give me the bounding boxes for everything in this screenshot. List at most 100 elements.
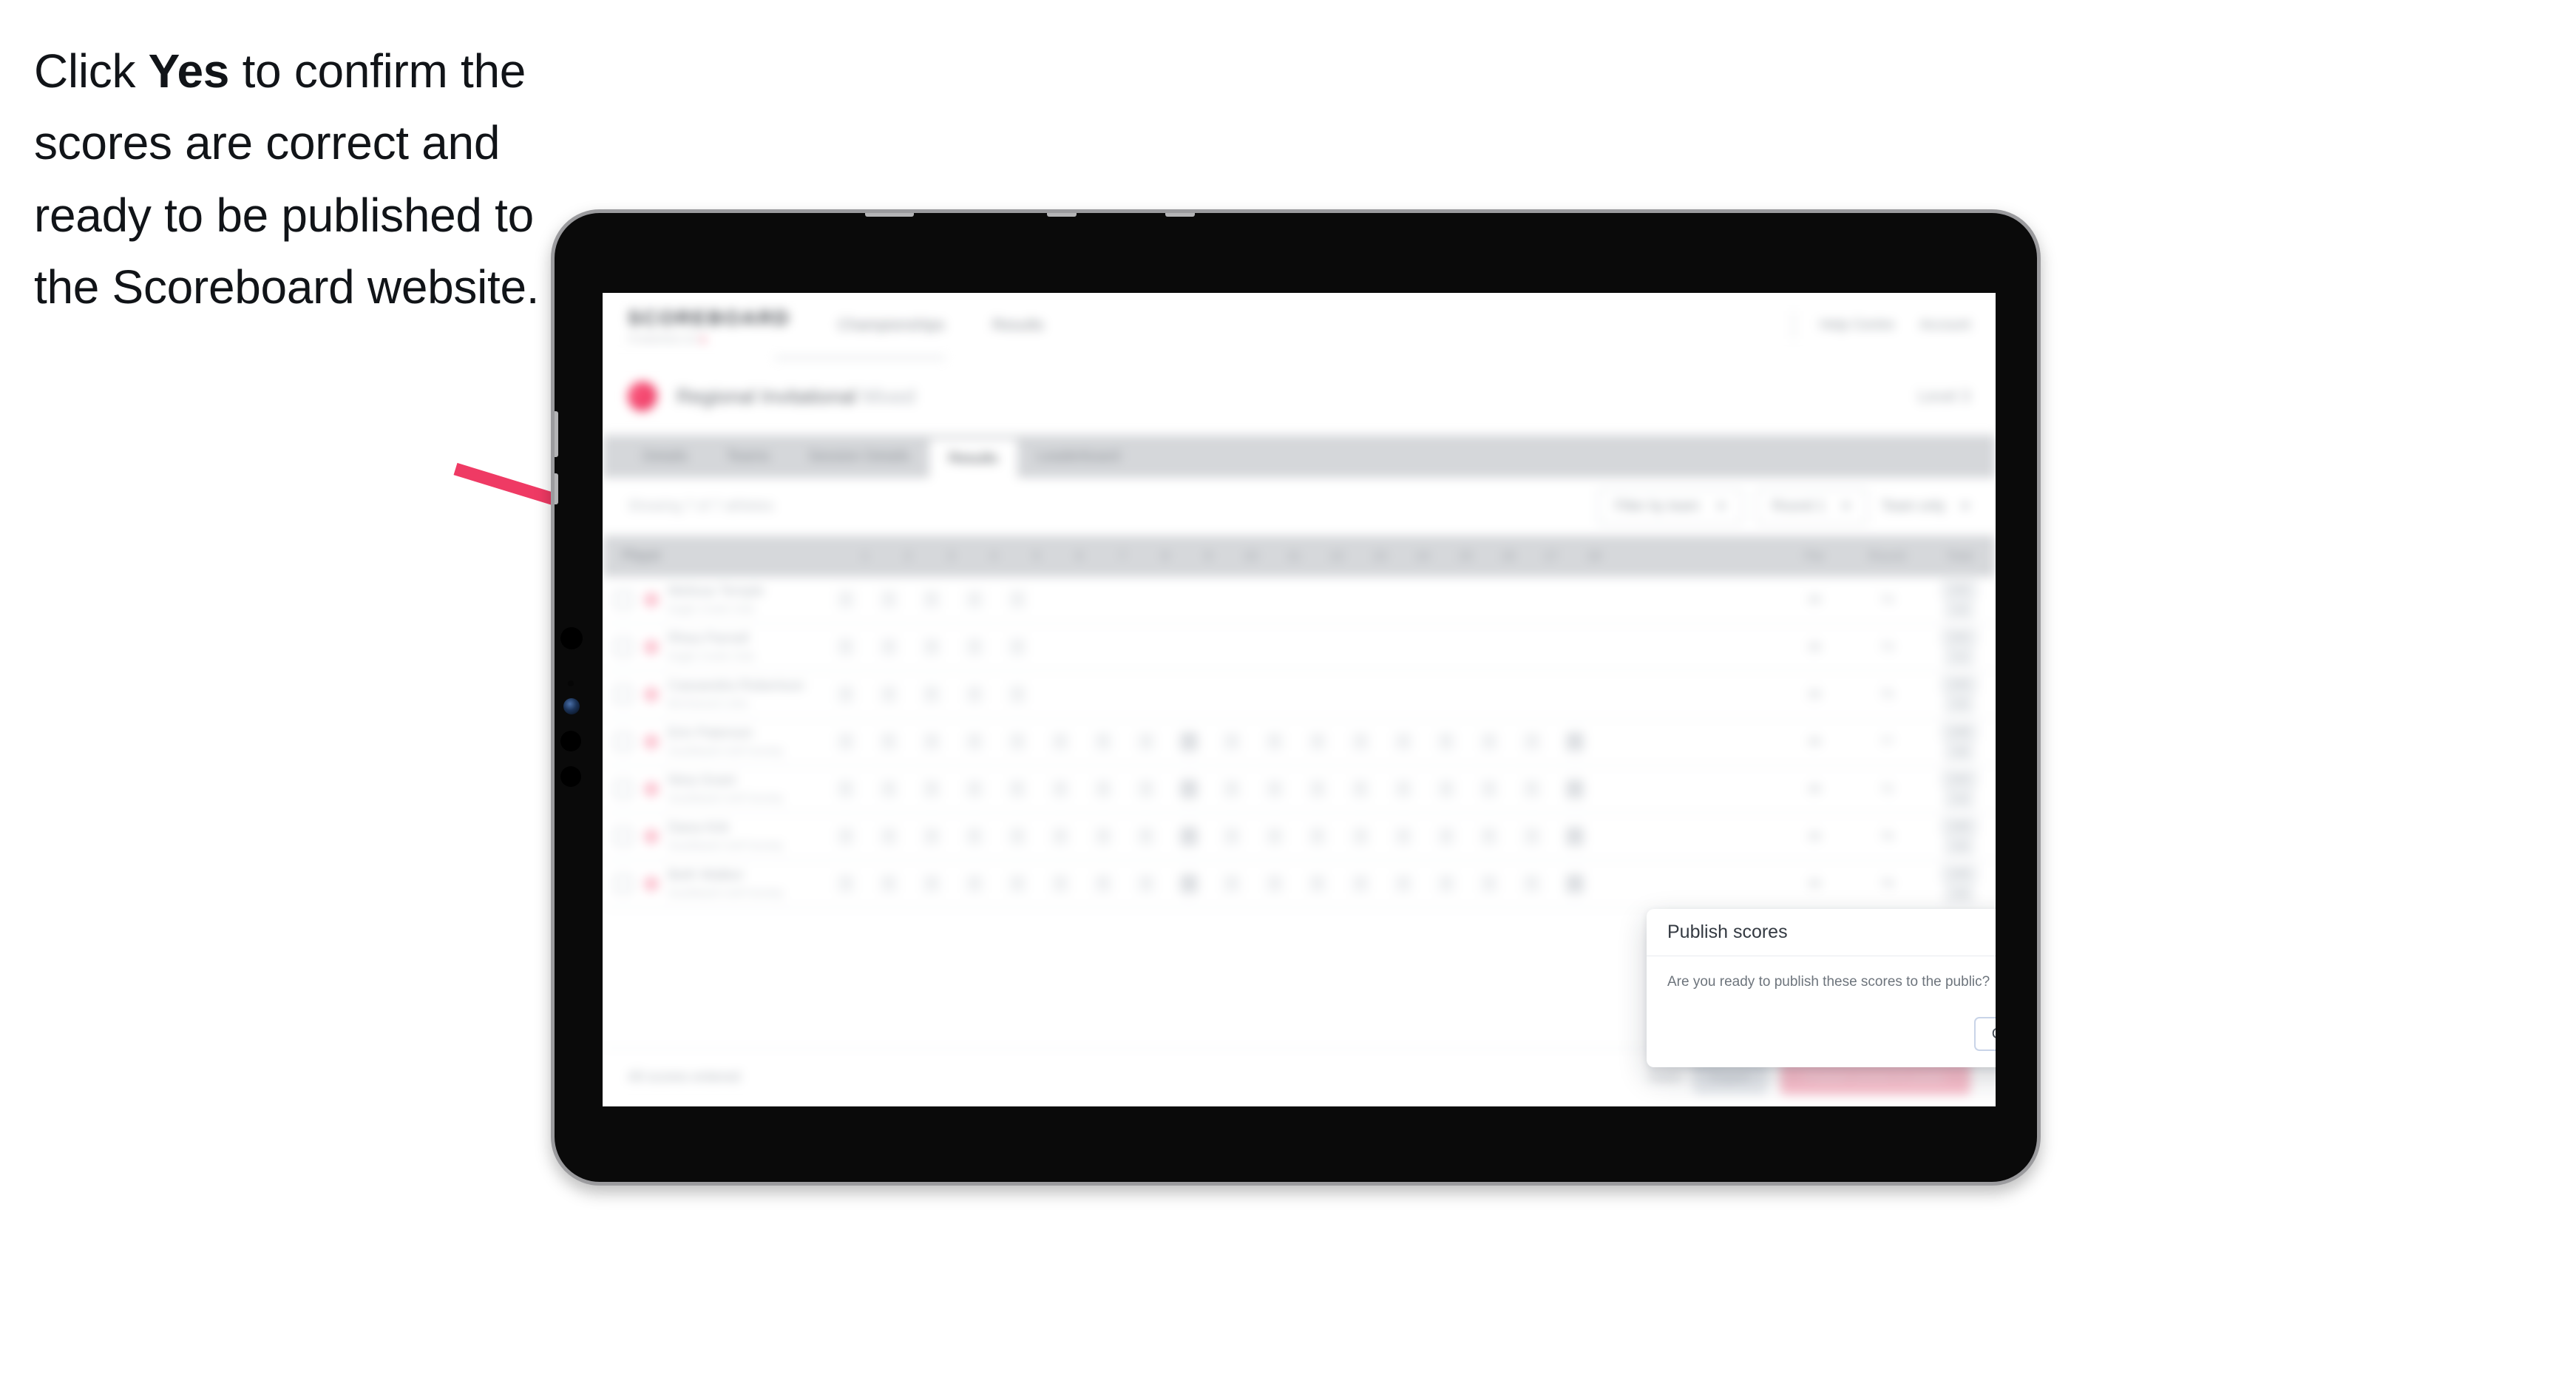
score-cell-hole-3[interactable]: 4 bbox=[910, 873, 953, 894]
checkbox-icon[interactable] bbox=[614, 874, 633, 893]
table-row[interactable]: Cassandra Robertson Birchwood Links 4 4 5 4 3 3… bbox=[603, 672, 1996, 719]
score-cell-hole-9[interactable]: 4 bbox=[1167, 873, 1210, 894]
score-cell-hole-6[interactable]: 4 bbox=[1039, 779, 1082, 800]
score-cell-hole-7[interactable]: 5 bbox=[1082, 873, 1125, 894]
score-cell-hole-11[interactable]: 5 bbox=[1253, 731, 1296, 752]
score-cell-hole-14[interactable]: 4 bbox=[1382, 779, 1425, 800]
score-cell-hole-18[interactable]: 4 bbox=[1553, 873, 1596, 894]
score-cell-hole-18[interactable]: 4 bbox=[1553, 731, 1596, 752]
score-cell-hole-13[interactable]: 5 bbox=[1339, 779, 1382, 800]
score-cell-hole-15[interactable]: 4 bbox=[1425, 826, 1468, 847]
score-cell-hole-17[interactable]: 5 bbox=[1511, 779, 1553, 800]
score-cell-hole-10[interactable]: 4 bbox=[1210, 731, 1253, 752]
save-link[interactable]: Save bbox=[1648, 1069, 1680, 1086]
row-checkbox-cell[interactable] bbox=[603, 780, 644, 799]
score-cell-hole-1[interactable]: 4 bbox=[824, 731, 867, 752]
score-cell-hole-5[interactable]: 3 bbox=[996, 826, 1039, 847]
score-cell-hole-1[interactable]: 4 bbox=[824, 684, 867, 705]
checkbox-icon[interactable] bbox=[614, 590, 633, 609]
tab-results[interactable]: Results bbox=[929, 439, 1017, 478]
score-cell-hole-10[interactable]: 4 bbox=[1210, 873, 1253, 894]
score-cell-hole-8[interactable]: 4 bbox=[1125, 731, 1167, 752]
score-cell-hole-17[interactable]: 5 bbox=[1511, 873, 1553, 894]
score-cell-hole-17[interactable]: 3 bbox=[1511, 731, 1553, 752]
score-cell-hole-11[interactable]: 4 bbox=[1253, 826, 1296, 847]
nav-item-account[interactable]: Account bbox=[1919, 317, 1970, 334]
score-cell-hole-7[interactable]: 5 bbox=[1082, 731, 1125, 752]
row-checkbox-cell[interactable] bbox=[603, 874, 644, 893]
score-cell-hole-2[interactable]: 5 bbox=[867, 873, 910, 894]
score-cell-hole-9[interactable]: 5 bbox=[1167, 779, 1210, 800]
cancel-button[interactable]: Cancel bbox=[1973, 1017, 1996, 1051]
score-cell-hole-12[interactable]: 4 bbox=[1296, 731, 1339, 752]
nav-item-results[interactable]: Results bbox=[992, 317, 1044, 334]
score-cell-hole-9[interactable]: 3 bbox=[1167, 826, 1210, 847]
score-cell-hole-11[interactable]: 3 bbox=[1253, 873, 1296, 894]
score-cell-hole-6[interactable]: 3 bbox=[1039, 873, 1082, 894]
score-cell-hole-4[interactable]: 3 bbox=[953, 637, 996, 657]
score-cell-hole-3[interactable]: 3 bbox=[910, 779, 953, 800]
score-cell-hole-5[interactable]: 3 bbox=[996, 589, 1039, 610]
brand-logo[interactable]: SCOREBOARD POWERED BY● bbox=[628, 307, 790, 345]
score-cell-hole-4[interactable]: 4 bbox=[953, 731, 996, 752]
score-cell-hole-10[interactable]: 4 bbox=[1210, 779, 1253, 800]
score-cell-hole-2[interactable]: 3 bbox=[867, 589, 910, 610]
score-cell-hole-2[interactable]: 4 bbox=[867, 826, 910, 847]
checkbox-icon[interactable] bbox=[614, 685, 633, 704]
score-cell-hole-3[interactable]: 4 bbox=[910, 637, 953, 657]
table-row[interactable]: Erin Paterson Southbank Golf Society 4 5 4 4 3… bbox=[603, 719, 1996, 766]
score-cell-hole-17[interactable]: 3 bbox=[1511, 826, 1553, 847]
score-cell-hole-4[interactable]: 4 bbox=[953, 589, 996, 610]
score-cell-hole-9[interactable]: 3 bbox=[1167, 731, 1210, 752]
score-cell-hole-4[interactable]: 4 bbox=[953, 779, 996, 800]
score-cell-hole-5[interactable]: 3 bbox=[996, 684, 1039, 705]
score-cell-hole-1[interactable]: 4 bbox=[824, 589, 867, 610]
score-cell-hole-3[interactable]: 5 bbox=[910, 589, 953, 610]
row-checkbox-cell[interactable] bbox=[603, 685, 644, 704]
nav-item-help-centre[interactable]: Help Centre bbox=[1820, 317, 1894, 334]
score-cell-hole-14[interactable]: 4 bbox=[1382, 731, 1425, 752]
score-cell-hole-15[interactable]: 4 bbox=[1425, 779, 1468, 800]
score-cell-hole-5[interactable]: 3 bbox=[996, 731, 1039, 752]
filter-round-dropdown[interactable]: Round 1 bbox=[1755, 488, 1868, 525]
nav-item-championships[interactable]: Championships bbox=[838, 317, 945, 334]
checkbox-icon[interactable] bbox=[614, 638, 633, 657]
table-row[interactable]: Melissa Temple Eagle Creek Club 4 3 5 4 3 36 74 1… bbox=[603, 577, 1996, 624]
score-cell-hole-5[interactable]: 5 bbox=[996, 779, 1039, 800]
score-cell-hole-16[interactable]: 4 bbox=[1468, 731, 1511, 752]
score-cell-hole-8[interactable]: 5 bbox=[1125, 826, 1167, 847]
table-row[interactable]: Beth Walker Southbank Golf Society 3 5 4 4 4 3 5… bbox=[603, 861, 1996, 908]
score-cell-hole-3[interactable]: 5 bbox=[910, 684, 953, 705]
score-cell-hole-14[interactable]: 4 bbox=[1382, 873, 1425, 894]
score-cell-hole-5[interactable]: 4 bbox=[996, 637, 1039, 657]
score-cell-hole-2[interactable]: 5 bbox=[867, 731, 910, 752]
table-row[interactable]: Dana Kirk Southbank Golf Society 4 4 4 5 3 4 4 5 3… bbox=[603, 814, 1996, 861]
score-cell-hole-6[interactable]: 4 bbox=[1039, 826, 1082, 847]
score-cell-hole-16[interactable]: 5 bbox=[1468, 826, 1511, 847]
score-cell-hole-8[interactable]: 4 bbox=[1125, 873, 1167, 894]
tab-session-details[interactable]: Session Details bbox=[789, 435, 929, 478]
score-cell-hole-3[interactable]: 4 bbox=[910, 826, 953, 847]
score-cell-hole-13[interactable]: 3 bbox=[1339, 826, 1382, 847]
score-cell-hole-2[interactable]: 4 bbox=[867, 684, 910, 705]
score-cell-hole-12[interactable]: 5 bbox=[1296, 826, 1339, 847]
score-cell-hole-1[interactable]: 5 bbox=[824, 779, 867, 800]
score-cell-hole-16[interactable]: 3 bbox=[1468, 779, 1511, 800]
score-cell-hole-12[interactable]: 3 bbox=[1296, 779, 1339, 800]
score-cell-hole-2[interactable]: 4 bbox=[867, 637, 910, 657]
checkbox-icon[interactable] bbox=[614, 827, 633, 846]
score-cell-hole-16[interactable]: 3 bbox=[1468, 873, 1511, 894]
filter-team-only-toggle[interactable]: Team only bbox=[1881, 498, 1970, 515]
score-cell-hole-7[interactable]: 4 bbox=[1082, 779, 1125, 800]
score-cell-hole-18[interactable]: 4 bbox=[1553, 779, 1596, 800]
score-cell-hole-15[interactable]: 4 bbox=[1425, 873, 1468, 894]
score-cell-hole-2[interactable]: 4 bbox=[867, 779, 910, 800]
score-cell-hole-6[interactable]: 4 bbox=[1039, 731, 1082, 752]
score-cell-hole-4[interactable]: 4 bbox=[953, 684, 996, 705]
checkbox-icon[interactable] bbox=[614, 780, 633, 799]
score-cell-hole-18[interactable]: 4 bbox=[1553, 826, 1596, 847]
score-cell-hole-4[interactable]: 4 bbox=[953, 873, 996, 894]
score-cell-hole-1[interactable]: 5 bbox=[824, 637, 867, 657]
filter-team-dropdown[interactable]: Filter by team bbox=[1598, 488, 1743, 525]
row-checkbox-cell[interactable] bbox=[603, 590, 644, 609]
